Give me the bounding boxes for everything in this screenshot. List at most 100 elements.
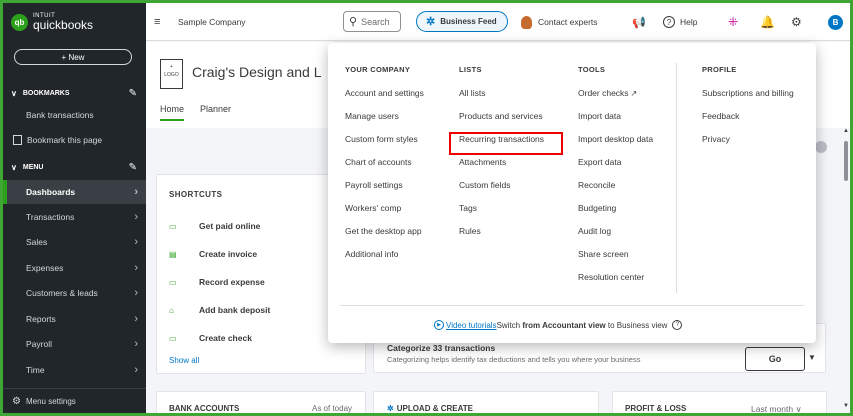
menu-item-additional-info[interactable]: Additional info xyxy=(345,249,424,272)
sidebar-item-label: Bookmark this page xyxy=(27,135,103,145)
scroll-down-icon[interactable]: ▼ xyxy=(843,403,849,409)
chevron-down-icon: ∨ xyxy=(11,162,17,172)
sidebar-item-sales[interactable]: Sales › xyxy=(3,230,146,254)
highlight-box xyxy=(449,132,563,155)
menu-item-reconcile[interactable]: Reconcile xyxy=(578,180,653,203)
menu-item-attachments[interactable]: Attachments xyxy=(459,157,544,180)
menu-item-resolution-center[interactable]: Resolution center xyxy=(578,272,653,295)
shortcut-label: Get paid online xyxy=(199,221,261,231)
menu-item-manage-users[interactable]: Manage users xyxy=(345,111,424,134)
menu-item-order-checks[interactable]: Order checks ↗ xyxy=(578,88,653,111)
menu-item-chart-of-accounts[interactable]: Chart of accounts xyxy=(345,157,424,180)
video-tutorials-link[interactable]: Video tutorials xyxy=(446,321,497,330)
profit-loss-period-dropdown[interactable]: Last month ∨ xyxy=(751,404,802,413)
collapse-menu-icon[interactable]: ≡ xyxy=(154,3,160,41)
info-icon[interactable]: ? xyxy=(672,320,683,330)
apps-icon[interactable]: ⁜ xyxy=(728,3,738,41)
scroll-up-icon[interactable]: ▲ xyxy=(843,128,849,134)
tab-home[interactable]: Home xyxy=(160,104,185,121)
menu-column-profile: PROFILE Subscriptions and billing Feedba… xyxy=(702,65,794,157)
toggle-switch[interactable] xyxy=(815,141,827,153)
page-title: Craig's Design and L xyxy=(192,64,322,80)
menu-settings-label: Menu settings xyxy=(25,396,76,406)
bookmarks-section-header[interactable]: ∨ BOOKMARKS ✎ xyxy=(11,86,139,100)
column-heading: LISTS xyxy=(459,65,482,74)
sidebar-item-payroll[interactable]: Payroll › xyxy=(3,332,146,356)
contact-experts-button[interactable]: Contact experts xyxy=(521,3,598,41)
chevron-right-icon: › xyxy=(134,287,138,299)
check-icon: ▭ xyxy=(169,333,177,343)
menu-item-subscriptions-and-billing[interactable]: Subscriptions and billing xyxy=(702,88,794,111)
sidebar-item-transactions[interactable]: Transactions › xyxy=(3,205,146,229)
shortcut-get-paid-online[interactable]: ▭ Get paid online xyxy=(169,221,260,231)
go-button[interactable]: Go xyxy=(745,347,805,371)
chevron-right-icon: › xyxy=(134,364,138,376)
quickbooks-logo[interactable]: qb INTUIT quickbooks xyxy=(11,13,93,31)
sidebar-item-time[interactable]: Time › xyxy=(3,358,146,382)
menu-item-tags[interactable]: Tags xyxy=(459,203,544,226)
menu-item-custom-form-styles[interactable]: Custom form styles xyxy=(345,134,424,157)
menu-item-feedback[interactable]: Feedback xyxy=(702,111,794,134)
sidebar-item-label: Expenses xyxy=(26,263,64,273)
company-name: Sample Company xyxy=(178,17,246,27)
menu-item-privacy[interactable]: Privacy xyxy=(702,134,794,157)
menu-settings-button[interactable]: ⚙ Menu settings xyxy=(3,388,146,413)
help-button[interactable]: ? Help xyxy=(663,3,697,41)
sidebar-item-expenses[interactable]: Expenses › xyxy=(3,256,146,280)
menu-item-rules[interactable]: Rules xyxy=(459,226,544,249)
megaphone-icon[interactable]: 📢 xyxy=(632,3,646,41)
shortcut-label: Create check xyxy=(199,333,252,343)
chevron-right-icon: › xyxy=(134,313,138,325)
qb-logo-icon: qb xyxy=(11,13,28,31)
search-button[interactable]: ⚲ Search xyxy=(343,11,401,32)
menu-column-tools: TOOLS Order checks ↗ Import data Import d… xyxy=(578,65,653,295)
menu-item-get-desktop-app[interactable]: Get the desktop app xyxy=(345,226,424,249)
caret-down-icon[interactable]: ▼ xyxy=(808,353,816,362)
bank-accounts-card: BANK ACCOUNTS As of today xyxy=(156,391,366,413)
tab-planner[interactable]: Planner xyxy=(200,104,231,121)
switch-view-link[interactable]: Switch from Accountant view to Business … xyxy=(497,321,668,330)
menu-item-account-and-settings[interactable]: Account and settings xyxy=(345,88,424,111)
pencil-icon[interactable]: ✎ xyxy=(129,162,137,173)
search-icon: ⚲ xyxy=(349,16,358,28)
scrollbar-thumb[interactable] xyxy=(844,141,848,181)
menu-item-export-data[interactable]: Export data xyxy=(578,157,653,180)
shortcut-create-check[interactable]: ▭ Create check xyxy=(169,333,252,343)
gear-icon: ⚙ xyxy=(12,395,21,407)
sidebar-item-dashboards[interactable]: Dashboards › xyxy=(3,180,146,204)
business-feed-button[interactable]: ✲ Business Feed xyxy=(416,11,508,32)
upload-create-card: ✲ UPLOAD & CREATE xyxy=(373,391,599,413)
user-avatar[interactable]: B xyxy=(828,15,843,30)
pencil-icon[interactable]: ✎ xyxy=(129,88,137,99)
play-icon: ▶ xyxy=(434,320,444,330)
shortcut-record-expense[interactable]: ▭ Record expense xyxy=(169,277,265,287)
menu-item-budgeting[interactable]: Budgeting xyxy=(578,203,653,226)
gear-icon[interactable]: ⚙ xyxy=(791,3,802,41)
menu-item-audit-log[interactable]: Audit log xyxy=(578,226,653,249)
menu-item-products-and-services[interactable]: Products and services xyxy=(459,111,544,134)
menu-section-header[interactable]: ∨ MENU ✎ xyxy=(11,160,139,174)
menu-item-import-data[interactable]: Import data xyxy=(578,111,653,134)
show-all-link[interactable]: Show all xyxy=(169,356,199,365)
help-icon: ? xyxy=(663,16,675,28)
logo-product: quickbooks xyxy=(33,18,94,32)
invoice-icon: ▤ xyxy=(169,249,177,259)
menu-item-all-lists[interactable]: All lists xyxy=(459,88,544,111)
receipt-icon: ▭ xyxy=(169,277,177,287)
sidebar-item-customers-leads[interactable]: Customers & leads › xyxy=(3,281,146,305)
sidebar-item-label: Bank transactions xyxy=(26,110,94,120)
sidebar-item-bank-transactions[interactable]: Bank transactions xyxy=(3,103,146,127)
shortcut-create-invoice[interactable]: ▤ Create invoice xyxy=(169,249,257,259)
shortcut-add-bank-deposit[interactable]: ⌂ Add bank deposit xyxy=(169,305,270,315)
menu-item-payroll-settings[interactable]: Payroll settings xyxy=(345,180,424,203)
menu-item-import-desktop-data[interactable]: Import desktop data xyxy=(578,134,653,157)
new-button[interactable]: + New xyxy=(14,49,132,65)
menu-item-custom-fields[interactable]: Custom fields xyxy=(459,180,544,203)
sidebar: qb INTUIT quickbooks + New ∨ BOOKMARKS ✎… xyxy=(3,3,146,413)
menu-item-share-screen[interactable]: Share screen xyxy=(578,249,653,272)
menu-item-workers-comp[interactable]: Workers' comp xyxy=(345,203,424,226)
bell-icon[interactable]: 🔔 xyxy=(760,3,775,41)
bookmark-this-page[interactable]: Bookmark this page xyxy=(3,128,146,152)
company-logo-placeholder[interactable]: + LOGO xyxy=(160,59,183,89)
sidebar-item-reports[interactable]: Reports › xyxy=(3,307,146,331)
